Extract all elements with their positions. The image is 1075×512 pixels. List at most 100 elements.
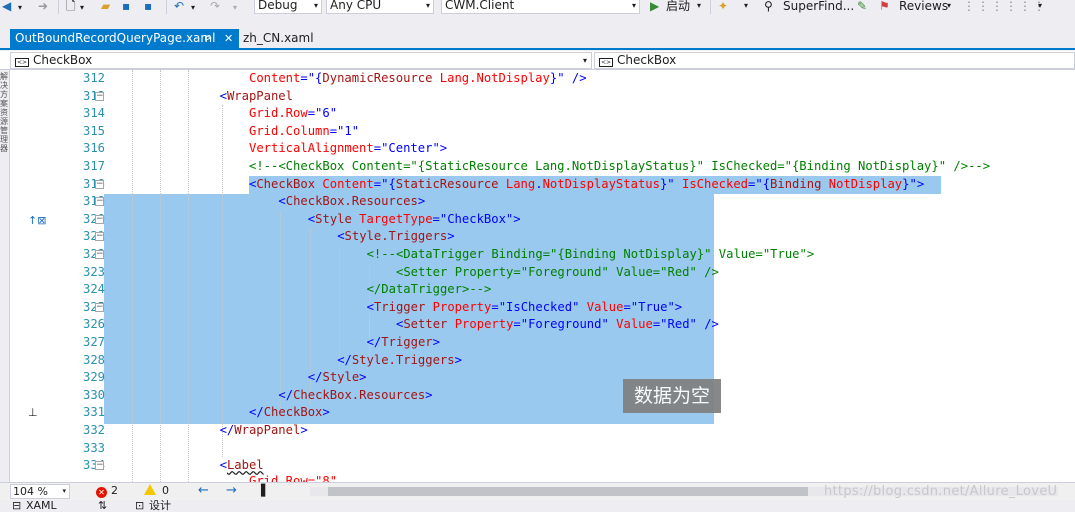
collapse-region-icon[interactable]: − [95,302,104,312]
code-line[interactable]: </Style.Triggers> [337,352,462,370]
line-number[interactable]: 327 [54,334,105,352]
line-number[interactable]: 326 [54,316,105,334]
line-number[interactable]: 314 [54,105,105,123]
back-dropdown-icon[interactable]: ▾ [18,0,22,14]
horizontal-scrollbar-thumb[interactable] [328,487,808,496]
next-issue-arrow-icon[interactable]: → [226,483,237,499]
redo-icon[interactable]: ↷ [210,0,220,14]
brush-icon[interactable]: ⊥ [28,406,38,419]
line-number[interactable]: 329 [54,369,105,387]
code-line[interactable]: <Style TargetType="CheckBox"> [308,211,521,229]
pin-icon[interactable]: ⊳ [204,29,212,48]
collapse-region-icon[interactable]: − [95,461,104,471]
code-line[interactable]: Content="{DynamicResource Lang.NotDispla… [249,70,587,88]
code-line[interactable]: <CheckBox Content="{StaticResource Lang.… [249,176,924,194]
solution-config-select[interactable]: Debug ▾ [254,0,322,14]
code-line[interactable]: <CheckBox.Resources> [278,193,425,211]
code-token: WrapPanel [234,423,301,437]
startup-project-select[interactable]: CWM.Client ▾ [441,0,640,14]
toolbar-overflow-icon[interactable]: ▾ [1038,1,1042,10]
line-number[interactable]: 317 [54,158,105,176]
tab-outboundrecordquerypage[interactable]: OutBoundRecordQueryPage.xaml ⊳ ✕ [10,29,239,48]
code-line[interactable]: Grid.Column="1" [249,123,359,141]
code-token: ="Foreground" [513,317,617,332]
collapse-region-icon[interactable]: − [95,214,104,224]
code-editor[interactable]: 312 313 314 315 316 317 318 319 320 321 322 323 324 3… [10,70,1075,482]
code-line[interactable]: VerticalAlignment="Center"> [249,140,447,158]
forward-arrow-icon[interactable]: ➜ [38,0,48,14]
code-token: Lang.NotDisplay [439,71,550,85]
member-scope-select[interactable]: <> CheckBox [594,52,1075,69]
reviews-button[interactable]: Reviews [899,0,948,14]
code-line[interactable]: </DataTrigger>--> [367,281,492,299]
code-line[interactable]: </WrapPanel> [220,422,308,440]
line-number[interactable]: 332 [54,422,105,440]
indent-guide [160,70,161,482]
solution-platform-value: Any CPU [330,0,382,12]
code-token: Content [249,71,301,85]
new-project-dropdown-icon[interactable]: ▾ [80,0,84,14]
start-dropdown-icon[interactable]: ▾ [697,1,701,10]
collapse-region-icon[interactable]: − [95,232,104,242]
superfind-button[interactable]: SuperFind... [783,0,854,14]
code-line[interactable]: <WrapPanel [220,88,293,106]
partial-code-line: Grid.Row="8" [249,473,337,482]
type-scope-select[interactable]: <> CheckBox ▾ [10,52,592,69]
line-number[interactable]: 328 [54,352,105,370]
line-number[interactable]: 312 [54,70,105,88]
toolbar-grip-icon[interactable]: ⋮⋮⋮⋮⋮⋮ [963,0,1047,14]
line-number[interactable]: 324 [54,281,105,299]
collapse-region-icon[interactable]: − [95,250,104,259]
horizontal-scrollbar-grip-icon[interactable]: ▌ [261,483,269,499]
solution-platform-select[interactable]: Any CPU ▾ [326,0,434,14]
debug-target-dropdown-icon[interactable]: ▾ [744,1,748,10]
line-number[interactable]: 330 [54,387,105,405]
collapse-region-icon[interactable]: − [95,91,104,101]
code-line[interactable]: <!--<CheckBox Content="{StaticResource L… [249,158,990,176]
line-number[interactable]: 323 [54,264,105,282]
error-indicator[interactable]: ✕ 2 [96,483,118,499]
bookmark-arrow-icon[interactable]: ↑⊠ [28,214,46,227]
code-line[interactable]: </CheckBox> [249,404,330,422]
reviews-dropdown-icon[interactable]: ▾ [947,1,951,10]
redo-dropdown-icon[interactable]: ▾ [233,0,237,14]
solution-explorer-label[interactable]: 解决方案资源管理器 [0,72,8,153]
undo-icon[interactable]: ↶ [174,0,184,14]
line-number[interactable]: 316 [54,140,105,158]
code-line[interactable]: <!--<DataTrigger Binding="{Binding NotDi… [367,246,815,264]
code-line[interactable]: <Setter Property="Foreground" Value="Red… [396,316,719,334]
start-button[interactable]: 启动 [666,0,690,14]
code-line[interactable]: <Trigger Property="IsChecked" Value="Tru… [367,299,683,317]
code-token: </ [307,370,323,385]
new-project-icon[interactable]: 🗋 [66,0,76,14]
save-all-icon[interactable]: ▪ [144,0,152,14]
code-token: . [535,176,543,191]
swap-panes-icon[interactable]: ⇅ [98,500,107,512]
line-number[interactable]: 333 [54,440,105,458]
code-line[interactable]: </Trigger> [367,334,440,352]
start-play-icon[interactable]: ▶ [650,0,659,14]
save-icon[interactable]: ▪ [122,0,130,14]
collapse-region-icon[interactable]: − [95,179,104,189]
warning-count: 0 [162,484,169,497]
zoom-select[interactable]: 104 % ▾ [10,484,70,499]
line-number[interactable]: 315 [54,123,105,141]
tab-zh-cn[interactable]: zh_CN.xaml [239,29,319,48]
previous-issue-arrow-icon[interactable]: ← [198,483,209,499]
code-line[interactable]: <Setter Property="Foreground" Value="Red… [396,264,719,282]
chevron-down-icon: ▾ [313,1,318,10]
debug-target-icon[interactable]: ✦ [718,0,728,14]
code-line[interactable]: </Style> [308,369,367,387]
undo-dropdown-icon[interactable]: ▾ [191,0,195,14]
code-line[interactable]: <Style.Triggers> [337,228,454,246]
code-line[interactable]: Grid.Row="6" [249,105,337,123]
tab-design-view[interactable]: 设计 [149,500,171,512]
open-folder-icon[interactable]: ▰ [101,0,110,14]
tab-xaml-view[interactable]: XAML [26,500,57,512]
code-line[interactable]: </CheckBox.Resources> [278,387,432,405]
back-arrow-icon[interactable]: ◀ [2,0,11,14]
warning-indicator[interactable]: 0 [144,483,169,499]
collapse-region-icon[interactable]: − [95,197,104,207]
close-icon[interactable]: ✕ [224,29,233,48]
line-number[interactable]: 331 [54,404,105,422]
